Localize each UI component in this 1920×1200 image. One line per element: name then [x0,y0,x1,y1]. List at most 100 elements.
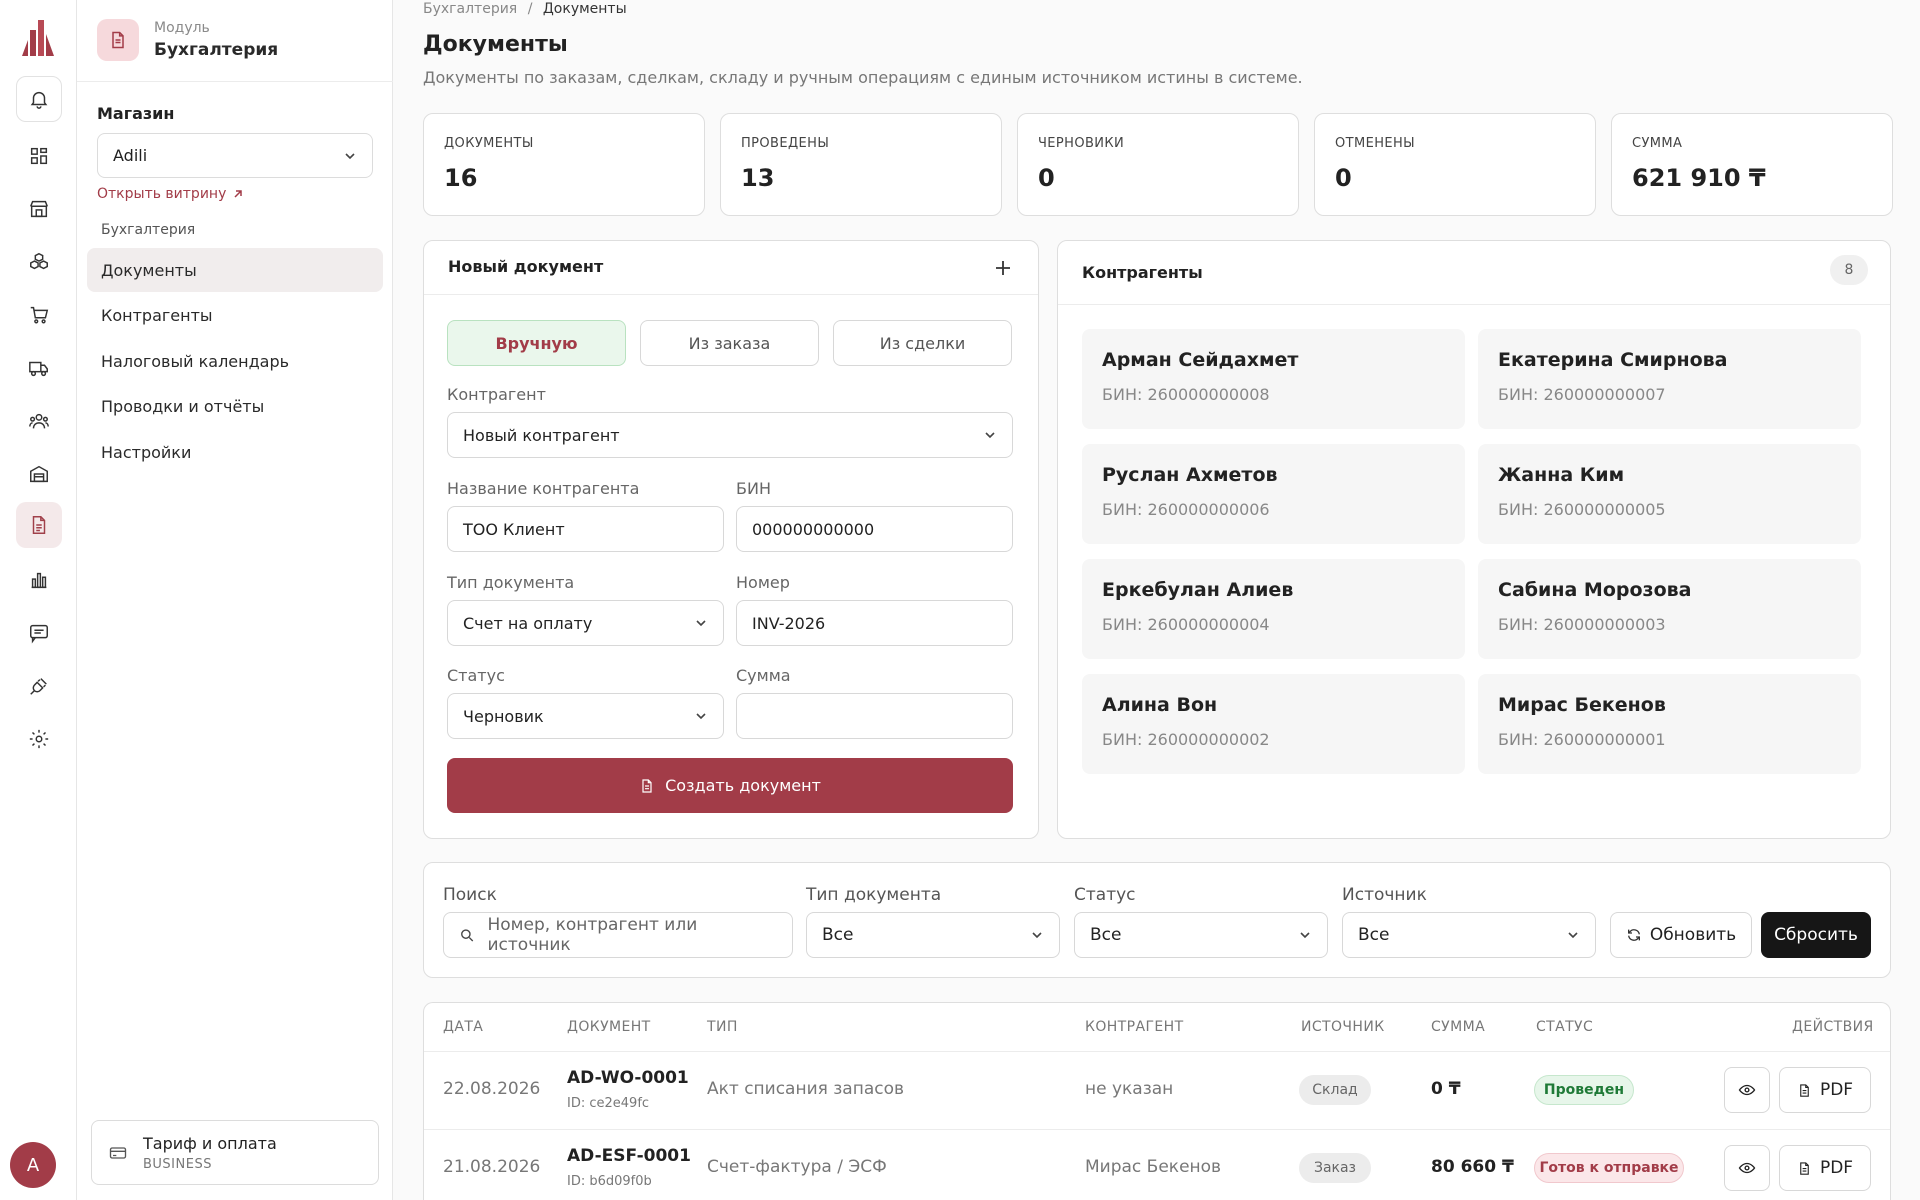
counterparty-name: Руслан Ахметов [1102,464,1278,486]
document-icon [642,778,652,793]
col-document[interactable]: ДОКУМЕНТ [567,1019,651,1035]
sidebar-item-entries-reports[interactable]: Проводки и отчёты [87,384,383,428]
accounting-document-icon[interactable] [16,502,62,548]
counterparty-card[interactable]: Жанна Ким БИН: 260000000005 [1478,444,1861,544]
filter-status-select[interactable]: Все [1074,912,1328,958]
open-store-link[interactable]: Открыть витрину [97,186,244,202]
col-type[interactable]: ТИП [707,1019,738,1035]
bar-chart-icon[interactable] [16,557,62,603]
col-sum[interactable]: СУММА [1431,1019,1485,1035]
boxes-icon[interactable] [16,239,62,285]
row-source-badge: Склад [1299,1075,1371,1105]
bin-input[interactable]: 000000000000 [736,506,1013,552]
row-sum: 80 660 ₸ [1431,1157,1514,1177]
search-input[interactable]: Номер, контрагент или источник [443,912,793,958]
sidebar-item-counterparties[interactable]: Контрагенты [87,293,383,337]
chat-icon[interactable] [16,610,62,656]
store-icon[interactable] [16,186,62,232]
counterparty-name: Екатерина Смирнова [1498,349,1728,371]
create-document-button[interactable]: Создать документ [447,758,1013,813]
stat-value: 13 [741,164,775,192]
col-date[interactable]: ДАТА [443,1019,483,1035]
notifications-bell-icon[interactable] [16,76,62,122]
reset-button[interactable]: Сбросить [1761,912,1871,958]
row-document-number[interactable]: AD-ESF-0001 [567,1146,691,1166]
refresh-button[interactable]: Обновить [1610,912,1752,958]
filter-source-select[interactable]: Все [1342,912,1596,958]
plus-icon[interactable] [994,259,1012,277]
chevron-down-icon [345,152,355,159]
counterparty-card[interactable]: Руслан Ахметов БИН: 260000000006 [1082,444,1465,544]
view-button[interactable] [1724,1145,1770,1191]
pdf-button[interactable]: PDF [1779,1145,1871,1191]
col-status[interactable]: СТАТУС [1536,1019,1593,1035]
row-type: Счет-фактура / ЭСФ [707,1157,887,1177]
search-label: Поиск [443,885,497,905]
plug-icon[interactable] [16,663,62,709]
counterparty-card[interactable]: Арман Сейдахмет БИН: 260000000008 [1082,329,1465,429]
page-title: Документы [423,32,568,57]
sum-input[interactable] [736,693,1013,739]
status-label: Статус [447,666,505,685]
bin-value: 000000000000 [752,519,875,539]
cart-icon[interactable] [16,292,62,338]
pdf-button[interactable]: PDF [1779,1067,1871,1113]
filter-status-label: Статус [1074,885,1136,905]
module-caption: Модуль [154,20,210,36]
counterparty-label: Контрагент [447,385,546,404]
counterparty-bin: БИН: 260000000005 [1498,500,1666,519]
document-icon [1800,1083,1809,1097]
warehouse-icon[interactable] [16,451,62,497]
stat-value: 0 [1335,164,1352,192]
row-document-number[interactable]: AD-WO-0001 [567,1068,689,1088]
counterparty-name-input[interactable]: ТОО Клиент [447,506,724,552]
tab-from-deal[interactable]: Из сделки [833,320,1012,366]
chevron-down-icon [985,432,995,439]
plan-billing-button[interactable]: Тариф и оплата BUSINESS [91,1120,379,1185]
counterparty-card[interactable]: Еркебулан Алиев БИН: 260000000004 [1082,559,1465,659]
counterparty-card[interactable]: Сабина Морозова БИН: 260000000003 [1478,559,1861,659]
card-title: Контрагенты [1082,263,1203,282]
filter-type-select[interactable]: Все [806,912,1060,958]
number-input[interactable]: INV-2026 [736,600,1013,646]
refresh-label: Обновить [1649,925,1737,945]
tab-manual[interactable]: Вручную [447,320,626,366]
counterparty-bin: БИН: 260000000008 [1102,385,1270,404]
chevron-down-icon [696,620,706,627]
col-counterparty[interactable]: КОНТРАГЕНТ [1085,1019,1184,1035]
shop-select[interactable]: Adili [97,133,373,178]
breadcrumb-parent[interactable]: Бухгалтерия [423,1,517,17]
counterparty-select[interactable]: Новый контрагент [447,412,1013,458]
sidebar-item-settings[interactable]: Настройки [87,430,383,474]
tab-from-order[interactable]: Из заказа [640,320,819,366]
counterparty-name-value: ТОО Клиент [463,519,565,539]
nav-group-label: Бухгалтерия [101,222,196,238]
sidebar-item-documents[interactable]: Документы [87,248,383,292]
counterparty-bin: БИН: 260000000004 [1102,615,1270,634]
counterparty-card[interactable]: Мирас Бекенов БИН: 260000000001 [1478,674,1861,774]
counterparty-card[interactable]: Алина Вон БИН: 260000000002 [1082,674,1465,774]
truck-icon[interactable] [16,345,62,391]
counterparties-card: Контрагенты 8 Арман Сейдахмет БИН: 26000… [1057,240,1891,839]
settings-gear-icon[interactable] [16,716,62,762]
users-icon[interactable] [16,398,62,444]
col-source[interactable]: ИСТОЧНИК [1301,1019,1385,1035]
counterparty-card[interactable]: Екатерина Смирнова БИН: 260000000007 [1478,329,1861,429]
stat-documents: ДОКУМЕНТЫ 16 [423,113,705,216]
name-label: Название контрагента [447,479,640,498]
dashboard-icon[interactable] [16,133,62,179]
view-button[interactable] [1724,1067,1770,1113]
counterparty-bin: БИН: 260000000002 [1102,730,1270,749]
user-avatar[interactable]: A [10,1142,56,1188]
stat-label: ДОКУМЕНТЫ [444,136,534,151]
sidebar-item-tax-calendar[interactable]: Налоговый календарь [87,339,383,383]
counterparty-bin: БИН: 260000000001 [1498,730,1666,749]
stat-value: 621 910 ₸ [1632,164,1766,192]
counterparty-name: Мирас Бекенов [1498,694,1666,716]
doc-type-select[interactable]: Счет на оплату [447,600,724,646]
status-select[interactable]: Черновик [447,693,724,739]
chevron-down-icon [1032,932,1042,939]
breadcrumb: Бухгалтерия / Документы [423,1,627,17]
brand-logo-icon[interactable] [20,18,56,58]
page-subtitle: Документы по заказам, сделкам, складу и … [423,68,1303,87]
